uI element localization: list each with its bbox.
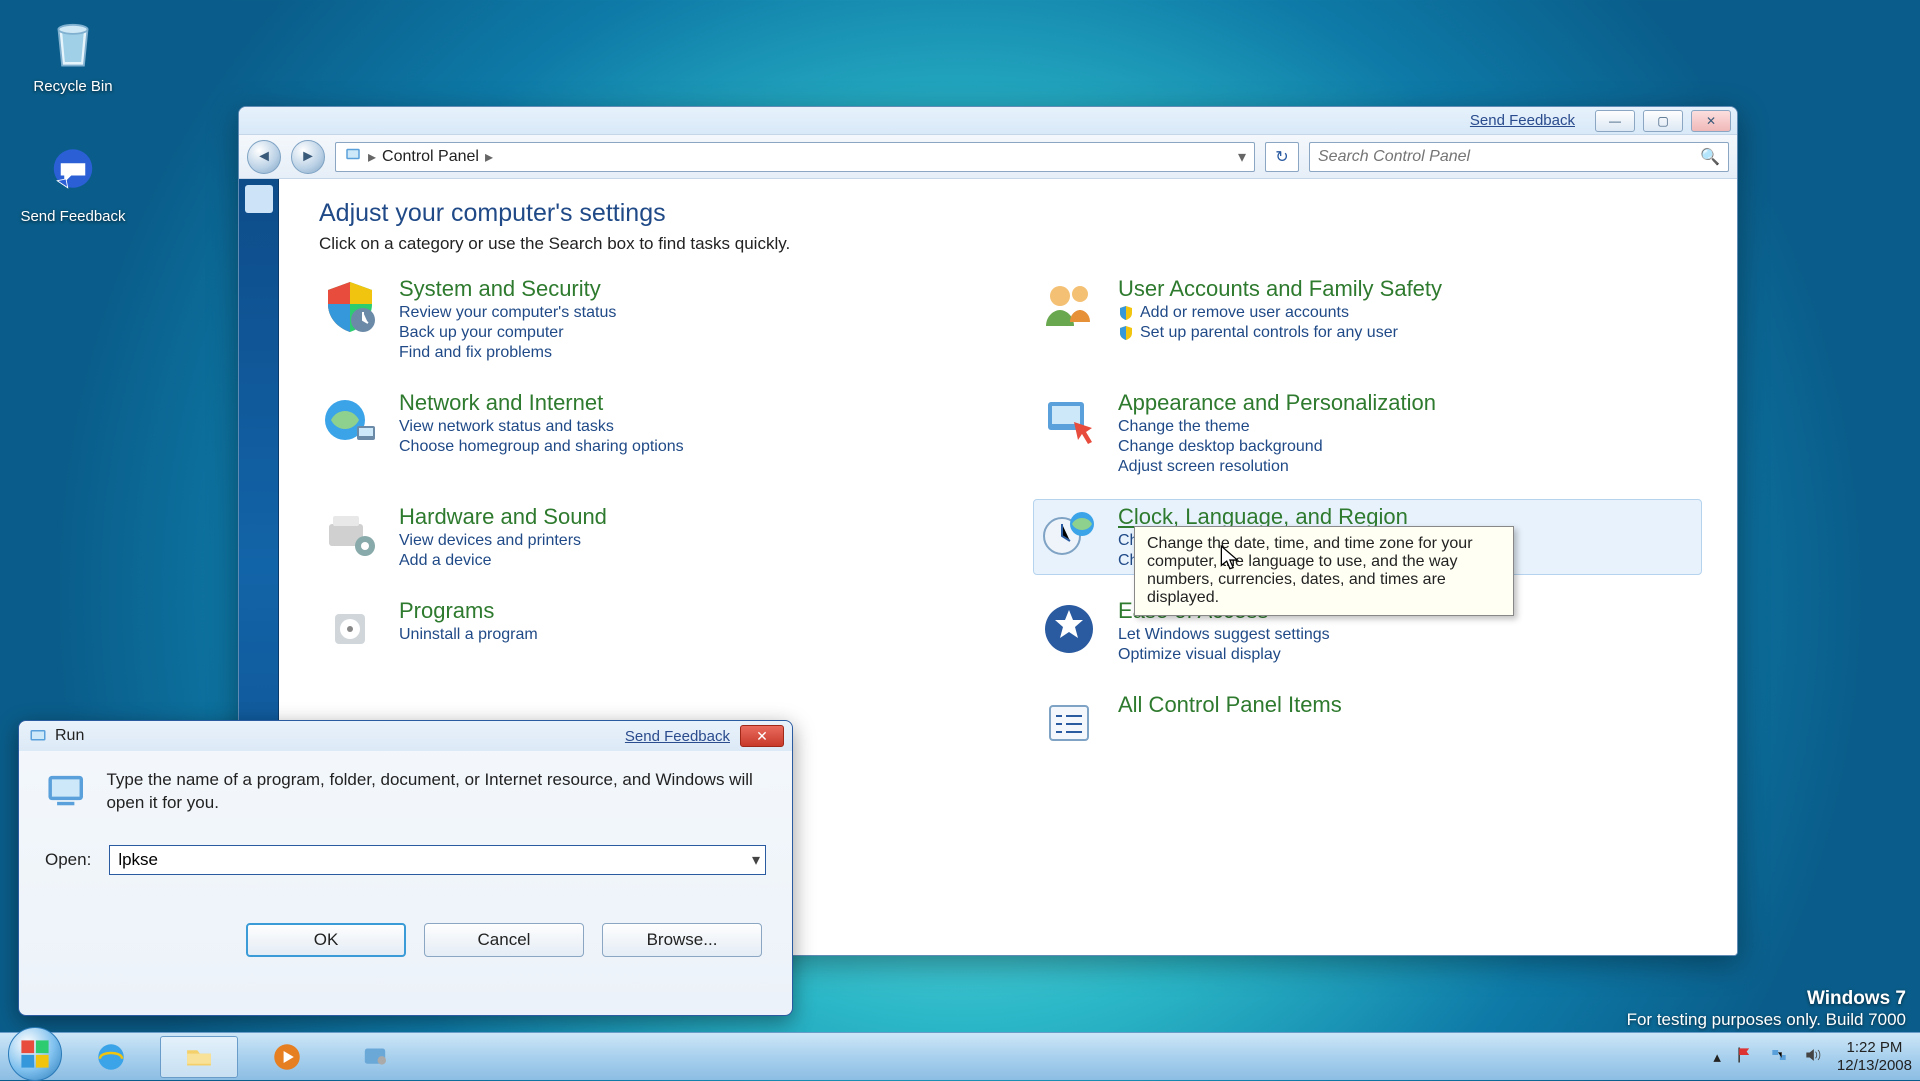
category-title[interactable]: System and Security	[399, 276, 616, 302]
category-icon	[319, 598, 381, 660]
address-icon	[344, 145, 362, 168]
taskbar-media-player[interactable]	[248, 1036, 326, 1078]
search-icon[interactable]: 🔍	[1700, 147, 1720, 167]
category-icon	[1038, 504, 1100, 566]
category-link[interactable]: Find and fix problems	[399, 344, 616, 362]
ok-button[interactable]: OK	[246, 923, 406, 957]
category-link[interactable]: Change desktop background	[1118, 438, 1436, 456]
category-link[interactable]: View devices and printers	[399, 532, 607, 550]
run-dialog: Run Send Feedback ✕ Type the name of a p…	[18, 720, 793, 1016]
run-open-label: Open:	[45, 850, 91, 870]
refresh-button[interactable]: ↻	[1265, 142, 1299, 172]
run-input-dropdown[interactable]: ▾	[752, 850, 760, 870]
cp-heading: Adjust your computer's settings	[319, 199, 1697, 228]
category-icon	[1038, 692, 1100, 754]
category-network-and-internet: Network and Internet View network status …	[319, 390, 978, 476]
run-titlebar: Run Send Feedback ✕	[19, 721, 792, 751]
category-link[interactable]: Change the theme	[1118, 418, 1436, 436]
cp-titlebar: Send Feedback — ▢ ✕	[239, 107, 1737, 135]
minimize-button[interactable]: —	[1595, 110, 1635, 132]
run-send-feedback-link[interactable]: Send Feedback	[625, 728, 730, 745]
address-bar[interactable]: ▸ Control Panel ▸ ▾	[335, 142, 1255, 172]
recycle-bin-icon[interactable]: Recycle Bin	[18, 10, 128, 95]
category-icon	[319, 504, 381, 566]
category-system-and-security: System and Security Review your computer'…	[319, 276, 978, 362]
close-button[interactable]: ✕	[1691, 110, 1731, 132]
run-big-icon	[45, 769, 86, 817]
category-link[interactable]: Review your computer's status	[399, 304, 616, 322]
category-title[interactable]: Programs	[399, 598, 538, 624]
category-link[interactable]: View network status and tasks	[399, 418, 684, 436]
sidebar-home-icon[interactable]	[245, 185, 273, 213]
category-link[interactable]: Choose homegroup and sharing options	[399, 438, 684, 456]
nav-back-button[interactable]: ◄	[247, 140, 281, 174]
tray-network-icon[interactable]	[1769, 1045, 1789, 1069]
tray-flag-icon[interactable]	[1735, 1045, 1755, 1069]
category-icon	[1038, 598, 1100, 660]
tooltip: Change the date, time, and time zone for…	[1134, 526, 1514, 616]
category-hardware-and-sound: Hardware and Sound View devices and print…	[319, 504, 978, 570]
run-description: Type the name of a program, folder, docu…	[106, 769, 766, 815]
category-link[interactable]: Set up parental controls for any user	[1118, 324, 1442, 342]
shield-icon	[1118, 325, 1134, 341]
shield-icon	[1118, 305, 1134, 321]
category-icon	[319, 276, 381, 338]
category-link[interactable]: Let Windows suggest settings	[1118, 626, 1330, 644]
taskbar-ie[interactable]	[72, 1036, 150, 1078]
category-icon	[1038, 276, 1100, 338]
taskbar: ▴ 1:22 PM 12/13/2008	[0, 1032, 1920, 1080]
system-tray: ▴ 1:22 PM 12/13/2008	[1713, 1039, 1912, 1074]
cp-subheading: Click on a category or use the Search bo…	[319, 234, 1697, 254]
category-title[interactable]: Appearance and Personalization	[1118, 390, 1436, 416]
address-dropdown[interactable]: ▾	[1238, 147, 1246, 167]
category-appearance-and-personalization: Appearance and Personalization Change the…	[1038, 390, 1697, 476]
tray-clock[interactable]: 1:22 PM 12/13/2008	[1837, 1039, 1912, 1074]
taskbar-snipping[interactable]	[336, 1036, 414, 1078]
watermark: Windows 7 For testing purposes only. Bui…	[1627, 988, 1906, 1030]
tray-volume-icon[interactable]	[1803, 1045, 1823, 1069]
category-user-accounts-and-family-safety: User Accounts and Family Safety Add or re…	[1038, 276, 1697, 362]
category-link[interactable]: Uninstall a program	[399, 626, 538, 644]
category-icon	[1038, 390, 1100, 452]
run-input[interactable]	[109, 845, 766, 875]
send-feedback-label: Send Feedback	[18, 208, 128, 225]
send-feedback-icon[interactable]: Send Feedback	[18, 140, 128, 225]
category-all-control-panel-items: All Control Panel Items	[1038, 692, 1697, 754]
recycle-bin-label: Recycle Bin	[18, 78, 128, 95]
category-clock-language-and-region: Change the date, time, and time zone for…	[1033, 499, 1702, 575]
run-close-button[interactable]: ✕	[740, 725, 784, 747]
breadcrumb-root[interactable]: Control Panel	[382, 148, 479, 166]
category-title[interactable]: User Accounts and Family Safety	[1118, 276, 1442, 302]
category-link[interactable]: Adjust screen resolution	[1118, 458, 1436, 476]
category-programs: Programs Uninstall a program	[319, 598, 978, 664]
cp-send-feedback-link[interactable]: Send Feedback	[1470, 112, 1575, 129]
search-box[interactable]: 🔍	[1309, 142, 1729, 172]
category-link[interactable]: Back up your computer	[399, 324, 616, 342]
category-title[interactable]: All Control Panel Items	[1118, 692, 1342, 718]
category-title[interactable]: Hardware and Sound	[399, 504, 607, 530]
cursor-icon	[1218, 544, 1244, 579]
tray-chevron-icon[interactable]: ▴	[1713, 1048, 1721, 1066]
category-link[interactable]: Add or remove user accounts	[1118, 304, 1442, 322]
taskbar-explorer[interactable]	[160, 1036, 238, 1078]
browse-button[interactable]: Browse...	[602, 923, 762, 957]
nav-forward-button[interactable]: ►	[291, 140, 325, 174]
category-link[interactable]: Optimize visual display	[1118, 646, 1330, 664]
run-title-icon	[29, 727, 47, 745]
maximize-button[interactable]: ▢	[1643, 110, 1683, 132]
search-input[interactable]	[1318, 148, 1700, 166]
cancel-button[interactable]: Cancel	[424, 923, 584, 957]
run-title: Run	[55, 727, 84, 745]
category-link[interactable]: Add a device	[399, 552, 607, 570]
category-title[interactable]: Network and Internet	[399, 390, 684, 416]
category-icon	[319, 390, 381, 452]
cp-toolbar: ◄ ► ▸ Control Panel ▸ ▾ ↻ 🔍	[239, 135, 1737, 179]
start-button[interactable]	[8, 1027, 62, 1081]
